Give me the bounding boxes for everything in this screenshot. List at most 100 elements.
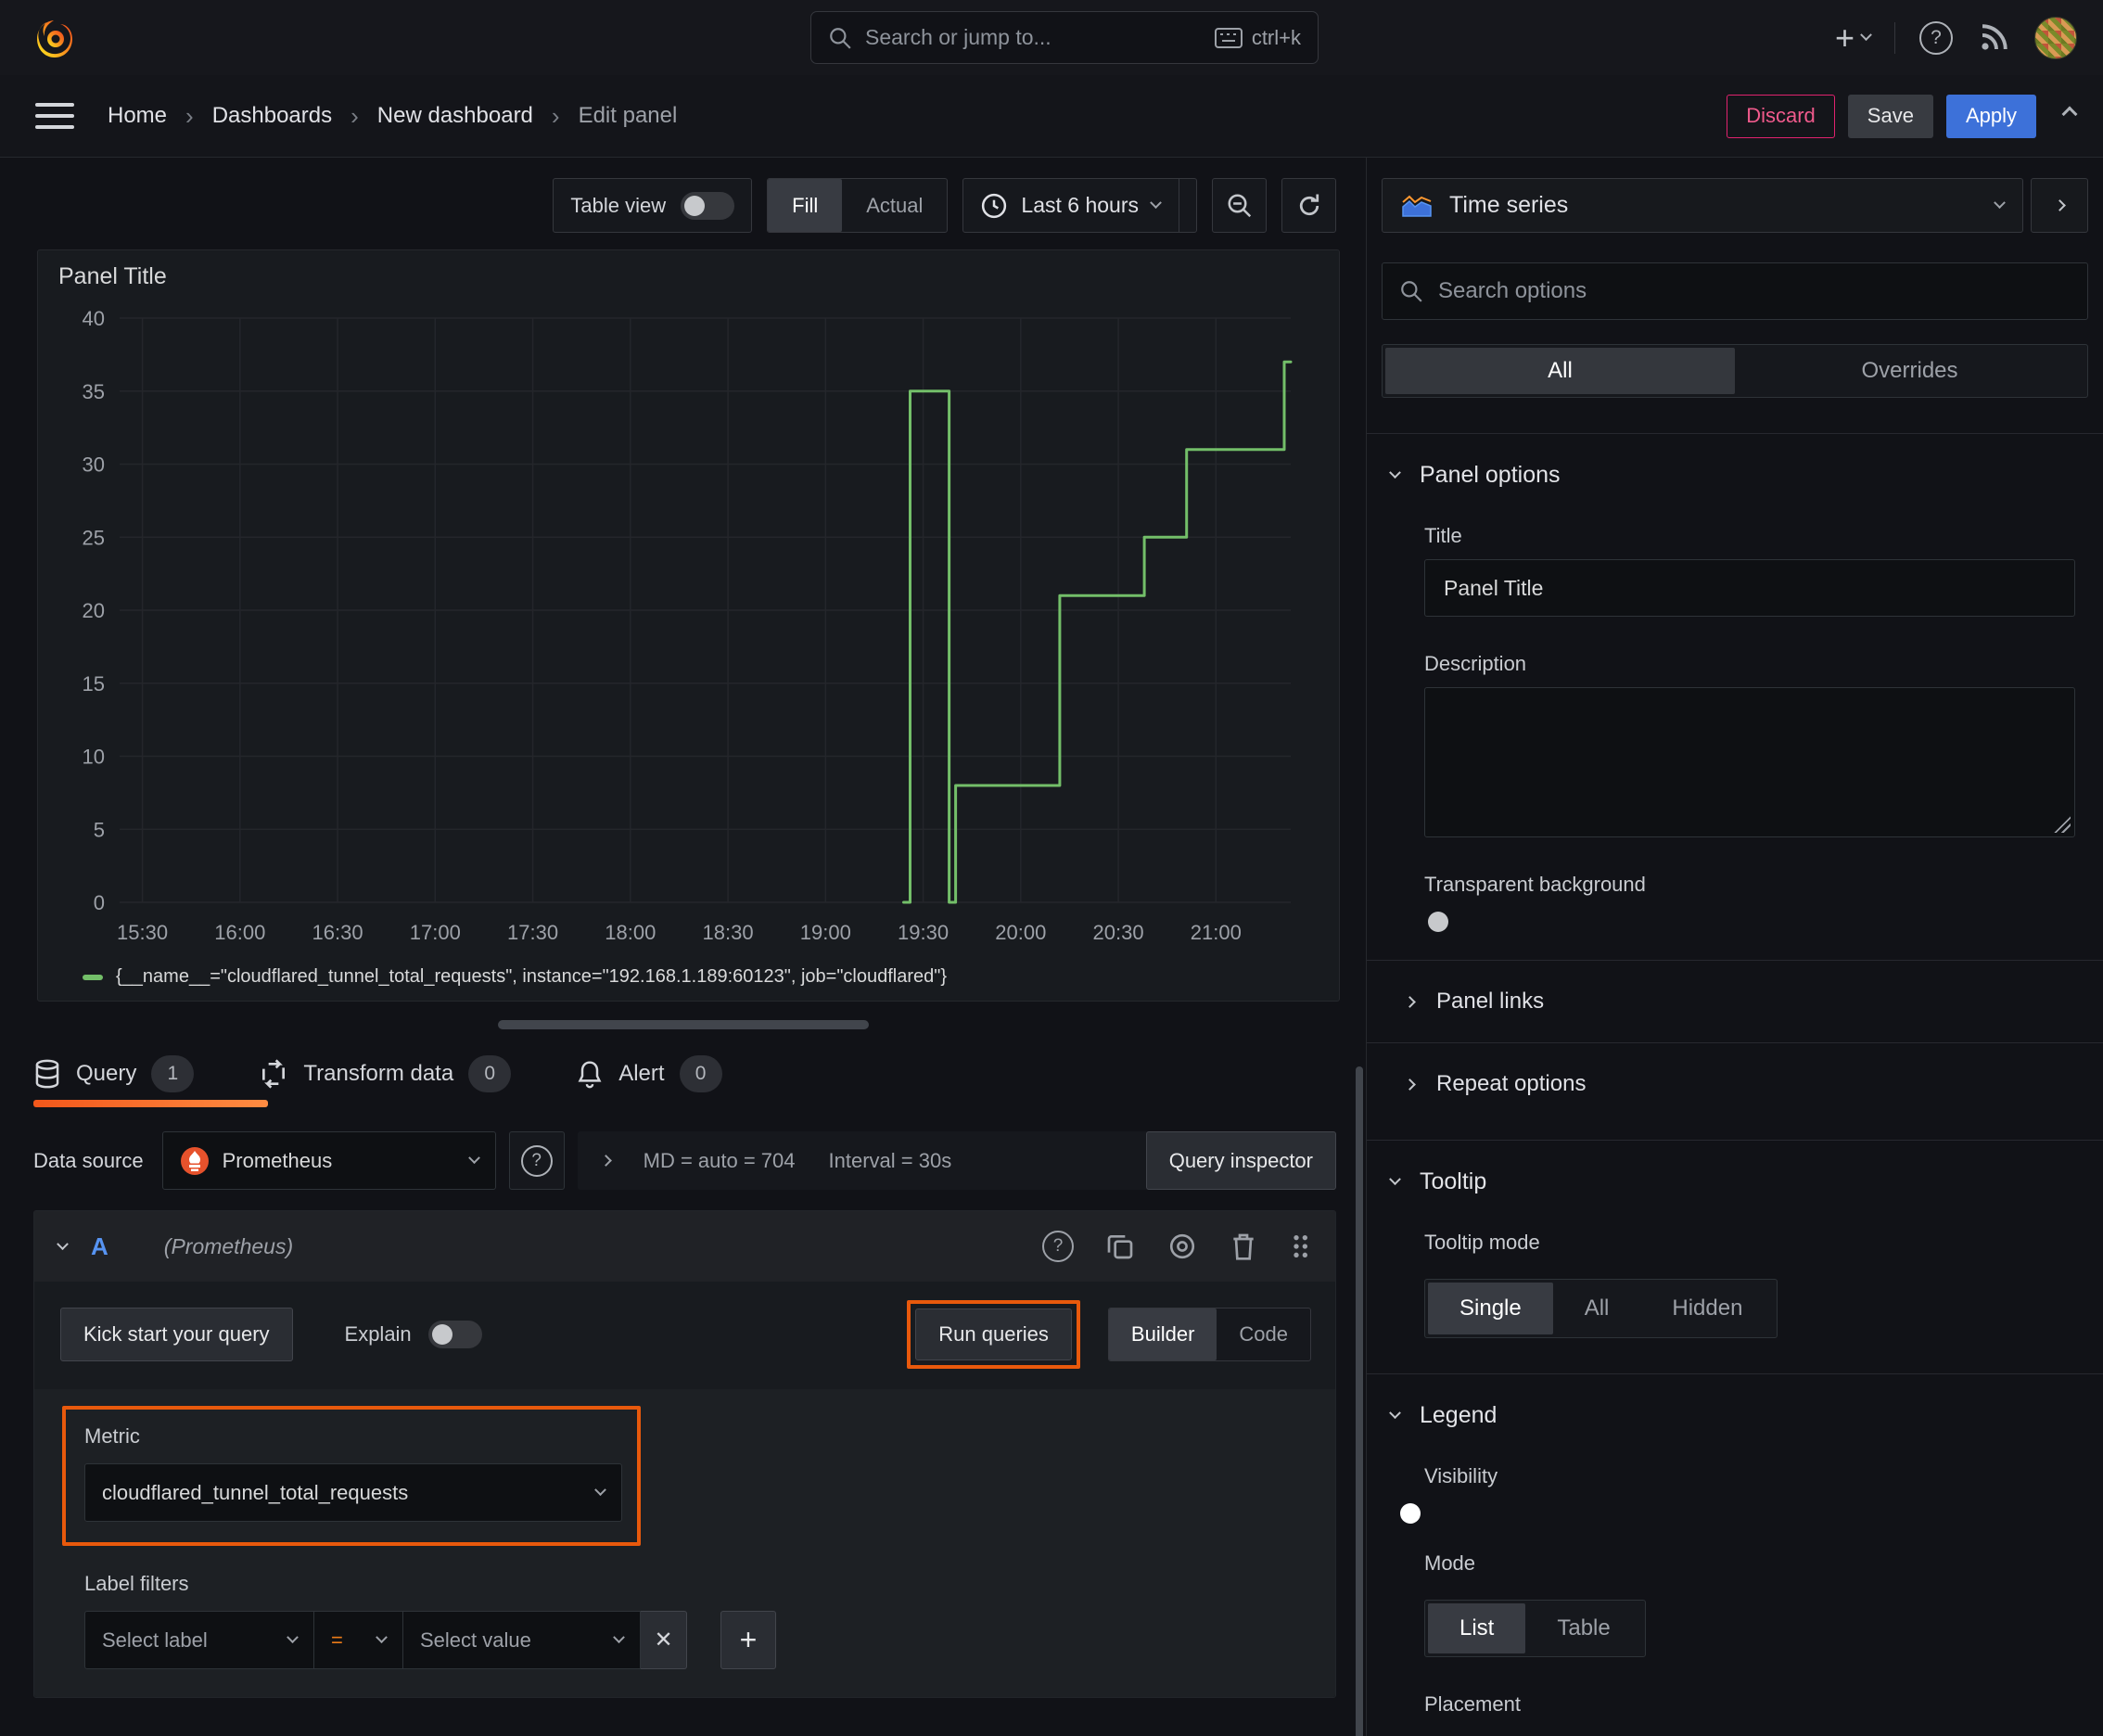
chart-legend[interactable]: {__name__="cloudflared_tunnel_total_requ… xyxy=(83,966,1339,988)
breadcrumb-dashboards[interactable]: Dashboards xyxy=(212,103,332,129)
tab-transform[interactable]: Transform data 0 xyxy=(259,1055,512,1092)
select-label-dropdown[interactable]: Select label xyxy=(84,1611,314,1669)
header-actions: + ? xyxy=(1834,16,2077,59)
avatar[interactable] xyxy=(2034,16,2077,59)
refresh-icon xyxy=(1299,194,1319,215)
select-value-dropdown[interactable]: Select value xyxy=(403,1611,641,1669)
tooltip-header[interactable]: Tooltip xyxy=(1382,1141,2088,1195)
plus-icon: + xyxy=(1834,18,1854,57)
viz-suggestions-button[interactable] xyxy=(2031,178,2088,233)
options-sidebar: Time series Search options All Overrides xyxy=(1366,158,2103,1736)
svg-text:15: 15 xyxy=(83,672,105,696)
time-series-chart[interactable]: 0 5 10 15 20 25 30 35 40 15:30 16:00 16:30 17:00 17:3… xyxy=(38,290,1339,963)
run-queries-button[interactable]: Run queries xyxy=(915,1308,1072,1360)
viz-type-label: Time series xyxy=(1449,192,1569,218)
horizontal-scrollbar[interactable] xyxy=(497,1020,869,1029)
svg-text:5: 5 xyxy=(94,818,105,841)
query-row-icons: ? xyxy=(1042,1231,1311,1262)
viz-type-select[interactable]: Time series xyxy=(1382,178,2023,233)
repeat-options-row[interactable]: Repeat options xyxy=(1382,1043,2088,1125)
data-source-select[interactable]: Prometheus xyxy=(161,1131,496,1190)
collapse-query-icon[interactable] xyxy=(57,1237,69,1250)
legend-header[interactable]: Legend xyxy=(1382,1374,2088,1429)
operator-dropdown[interactable]: = xyxy=(314,1611,403,1669)
help-icon[interactable]: ? xyxy=(1919,20,1953,55)
menu-icon[interactable] xyxy=(35,103,74,129)
mode-table-option[interactable]: Table xyxy=(1525,1603,1641,1653)
data-source-help-button[interactable]: ? xyxy=(508,1131,565,1190)
svg-text:19:30: 19:30 xyxy=(898,921,949,944)
remove-filter-button[interactable]: ✕ xyxy=(641,1611,687,1669)
actual-option[interactable]: Actual xyxy=(842,179,947,232)
query-help-icon[interactable]: ? xyxy=(1042,1231,1074,1262)
time-range-picker[interactable]: Last 6 hours xyxy=(962,178,1197,233)
breadcrumb-home[interactable]: Home xyxy=(108,103,167,129)
chevron-down-icon xyxy=(1860,29,1872,42)
zoom-out-button[interactable] xyxy=(1212,178,1267,233)
svg-text:20:30: 20:30 xyxy=(1093,921,1144,944)
add-filter-button[interactable]: + xyxy=(720,1611,776,1669)
viz-picker-row: Time series xyxy=(1382,178,2088,233)
metric-select[interactable]: cloudflared_tunnel_total_requests xyxy=(84,1463,622,1522)
breadcrumb-new-dashboard[interactable]: New dashboard xyxy=(377,103,533,129)
top-header: Search or jump to... ctrl+k + ? xyxy=(0,0,2103,75)
kick-start-button[interactable]: Kick start your query xyxy=(60,1308,293,1361)
duplicate-icon[interactable] xyxy=(1105,1232,1135,1261)
query-row-header[interactable]: A (Prometheus) ? xyxy=(34,1211,1335,1282)
fill-option[interactable]: Fill xyxy=(768,179,843,232)
discard-button[interactable]: Discard xyxy=(1727,94,1835,138)
svg-text:30: 30 xyxy=(83,453,105,477)
refresh-button[interactable] xyxy=(1281,178,1336,233)
news-icon[interactable] xyxy=(1977,21,2010,55)
panel-title: Panel Title xyxy=(58,263,167,289)
visibility-label: Visibility xyxy=(1424,1464,1498,1487)
data-source-label: Data source xyxy=(33,1148,144,1172)
options-search[interactable]: Search options xyxy=(1382,262,2088,320)
legend-mode-segmented: List Table xyxy=(1424,1600,1646,1657)
svg-text:16:00: 16:00 xyxy=(214,921,265,944)
chart-panel: Panel Title 0 5 10 15 20 25 30 35 40 15:30 16:00 16… xyxy=(37,249,1340,1002)
explain-toggle[interactable] xyxy=(427,1321,482,1348)
query-ds-hint: (Prometheus) xyxy=(163,1233,294,1258)
tab-overrides[interactable]: Overrides xyxy=(1735,348,2084,394)
vertical-scrollbar[interactable] xyxy=(1356,1066,1363,1736)
global-search[interactable]: Search or jump to... ctrl+k xyxy=(810,11,1319,64)
mode-list-option[interactable]: List xyxy=(1428,1603,1526,1653)
panel-options-header[interactable]: Panel options xyxy=(1382,434,2088,489)
tooltip-all-option[interactable]: All xyxy=(1553,1283,1641,1334)
svg-text:20:00: 20:00 xyxy=(995,921,1046,944)
chevron-down-icon xyxy=(467,1152,480,1165)
apply-button[interactable]: Apply xyxy=(1945,94,2036,138)
svg-text:18:00: 18:00 xyxy=(605,921,656,944)
editor-tabs: Query 1 Transform data 0 Alert 0 xyxy=(33,1055,1366,1107)
panel-title-input[interactable]: Panel Title xyxy=(1424,559,2075,617)
query-options-strip[interactable]: MD = auto = 704 Interval = 30s Query ins… xyxy=(577,1131,1336,1190)
collapse-options-button[interactable] xyxy=(2061,106,2078,124)
table-view-label: Table view xyxy=(570,193,667,217)
explain-toggle-group: Explain xyxy=(345,1321,482,1348)
resize-handle-icon[interactable] xyxy=(2054,816,2071,833)
breadcrumb-bar: Home › Dashboards › New dashboard › Edit… xyxy=(0,75,2103,158)
tooltip-single-option[interactable]: Single xyxy=(1428,1283,1553,1334)
tab-alert[interactable]: Alert 0 xyxy=(576,1055,722,1092)
trash-icon[interactable] xyxy=(1230,1232,1257,1261)
query-inspector-button[interactable]: Query inspector xyxy=(1145,1131,1336,1190)
hide-response-icon[interactable] xyxy=(1166,1232,1198,1261)
legend-title: Legend xyxy=(1420,1402,1498,1428)
description-textarea[interactable] xyxy=(1424,687,2075,837)
drag-handle-icon[interactable] xyxy=(1289,1232,1311,1261)
builder-option[interactable]: Builder xyxy=(1108,1308,1217,1360)
tab-all[interactable]: All xyxy=(1385,348,1735,394)
header-divider xyxy=(1894,21,1895,54)
new-menu-button[interactable]: + xyxy=(1834,18,1872,57)
tab-alert-label: Alert xyxy=(618,1061,665,1086)
panel-links-row[interactable]: Panel links xyxy=(1382,961,2088,1042)
code-option[interactable]: Code xyxy=(1217,1308,1310,1360)
tab-query-count: 1 xyxy=(151,1055,195,1092)
grafana-logo-icon[interactable] xyxy=(33,17,76,59)
table-view-toggle[interactable] xyxy=(681,191,735,220)
save-button[interactable]: Save xyxy=(1847,94,1933,138)
active-tab-underline xyxy=(33,1100,268,1107)
tooltip-hidden-option[interactable]: Hidden xyxy=(1640,1283,1774,1334)
tab-query[interactable]: Query 1 xyxy=(33,1055,195,1092)
